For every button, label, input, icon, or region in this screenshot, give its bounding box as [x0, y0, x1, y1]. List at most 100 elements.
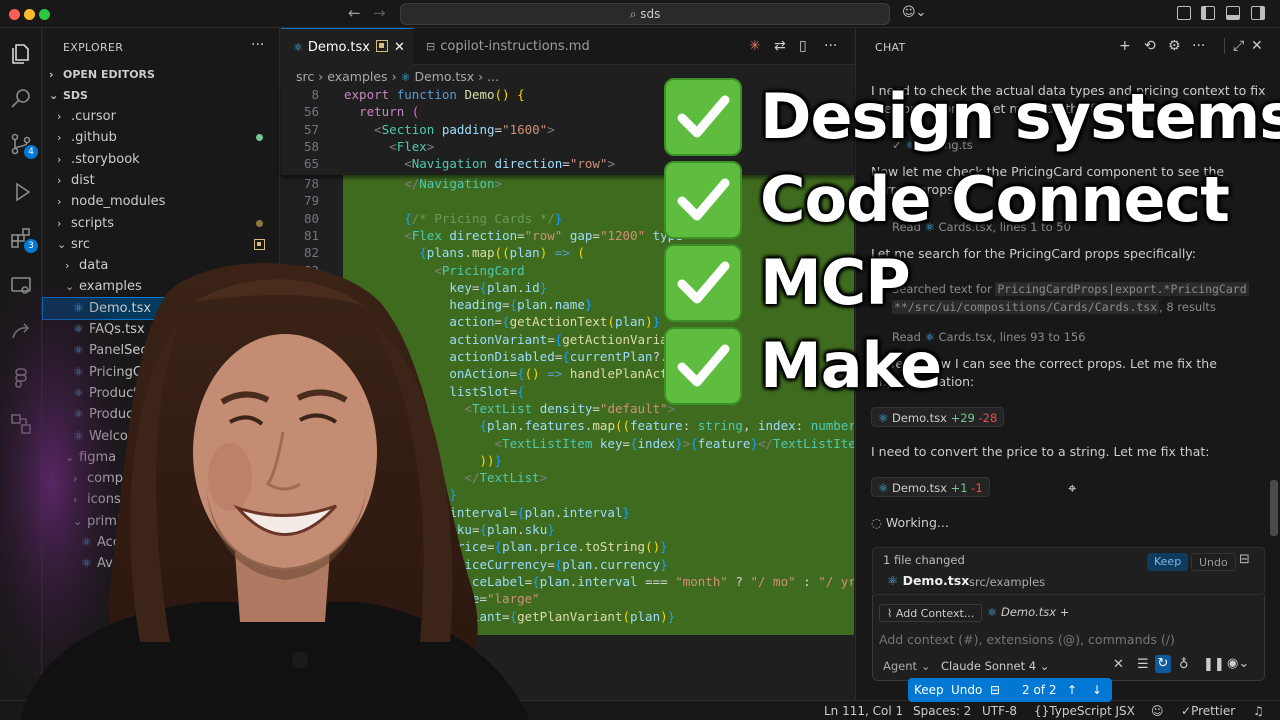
working-status: ◌ Working... [871, 515, 949, 530]
add-context-button[interactable]: ⌇ Add Context... [879, 604, 983, 622]
diff-file-icon[interactable]: ⊟ [990, 678, 1000, 702]
run-debug-icon[interactable] [9, 180, 33, 204]
more-actions-icon[interactable]: ··· [1192, 38, 1205, 54]
view-diff-icon[interactable]: ⊟ [1239, 552, 1250, 567]
copilot-menu-icon[interactable]: ☺⌄ [902, 5, 926, 20]
notifications-icon[interactable]: ♫ [1253, 701, 1264, 720]
cursor-position[interactable]: Ln 111, Col 1 [824, 701, 903, 720]
pause-icon[interactable]: ❚❚ [1203, 657, 1225, 672]
changed-files-box: 1 file changed Keep Undo ⊟ ⚛ Demo.tsx sr… [872, 547, 1265, 595]
previous-change-icon[interactable]: ↑ [1067, 678, 1077, 702]
copilot-sparkle-icon[interactable]: ✳ [749, 38, 761, 54]
tree-item[interactable]: ⌄ src [43, 234, 280, 255]
close-tab-icon[interactable]: ✕ [394, 40, 405, 55]
encoding[interactable]: UTF-8 [982, 701, 1017, 720]
chevron-right-icon: › [57, 173, 62, 187]
keep-button[interactable]: Keep [914, 678, 944, 702]
edit-chip-demo[interactable]: ⚛ Demo.tsx +29 -28 [871, 407, 1005, 427]
close-icon[interactable]: ✕ [1251, 38, 1263, 54]
scm-badge: 4 [24, 145, 38, 159]
microphone-icon[interactable]: ♁ [1179, 657, 1189, 672]
tree-item[interactable]: › .github [43, 127, 280, 148]
git-status-dot [256, 219, 263, 227]
editor-tabs: ⚛ Demo.tsx ✕ ⊟ copilot-instructions.md ✳ ⇄ … [281, 28, 854, 65]
customize-layout-icon[interactable] [1177, 6, 1191, 20]
search-icon[interactable] [9, 86, 33, 110]
paperclip-icon: ⌇ [887, 607, 893, 620]
workspace-root-section[interactable]: ⌄ SDS [43, 85, 280, 106]
check-mark-icon [664, 161, 742, 239]
breadcrumb: src › examples › ⚛ Demo.tsx ›... [296, 69, 500, 84]
minimize-window-button[interactable] [24, 9, 35, 20]
mouse-cursor-icon: ⌖ [1068, 479, 1077, 497]
more-actions-icon[interactable]: ··· [251, 37, 264, 53]
keep-button[interactable]: Keep [1147, 553, 1189, 571]
gear-icon[interactable]: ⚙ [1168, 38, 1181, 54]
prettier-status[interactable]: ✓ Prettier [1181, 701, 1235, 720]
react-file-icon: ⚛ [887, 573, 899, 588]
tool-search[interactable]: Searched text for PricingCardProps|expor… [892, 280, 1262, 316]
command-center-search[interactable]: ⌕ sds [400, 3, 890, 25]
new-chat-icon[interactable]: + [1119, 38, 1131, 54]
checklist-label: Make [760, 329, 942, 402]
maximize-icon[interactable]: ⤢ [1224, 38, 1244, 54]
maximize-window-button[interactable] [39, 9, 50, 20]
language-mode[interactable]: {} TypeScript JSX [1034, 701, 1135, 720]
model-picker[interactable]: Claude Sonnet 4 ⌄ [941, 659, 1049, 673]
chevron-down-icon: ⌄ [57, 237, 67, 251]
modified-icon [254, 238, 265, 250]
check-mark-icon [664, 327, 742, 405]
list-icon[interactable]: ☰ [1137, 657, 1149, 672]
search-icon: ⌕ [629, 7, 637, 21]
chat-input[interactable] [879, 629, 1249, 649]
explorer-title: EXPLORER [63, 41, 124, 54]
mode-picker[interactable]: Agent ⌄ [883, 659, 930, 673]
tab-demo-tsx[interactable]: ⚛ Demo.tsx ✕ [281, 28, 413, 65]
undo-button[interactable]: Undo [951, 678, 982, 702]
chat-input-box: ⌇ Add Context... ⚛ Demo.tsx + Agent ⌄ Cl… [872, 595, 1265, 681]
toggle-panel-icon[interactable] [1226, 6, 1240, 20]
history-icon[interactable]: ⟲ [1144, 38, 1156, 54]
presenter-photo [0, 263, 530, 720]
tree-item[interactable]: › .cursor [43, 106, 280, 127]
chat-scrollbar[interactable] [1270, 480, 1278, 536]
auto-approve-icon[interactable]: ↻ [1155, 655, 1171, 673]
tree-item[interactable]: › .storybook [43, 149, 280, 170]
react-file-icon: ⚛ [293, 41, 303, 54]
source-control-icon[interactable]: 4 [9, 132, 38, 159]
change-counter: 2 of 2 [1022, 683, 1057, 697]
toggle-sidebar-icon[interactable] [1201, 6, 1215, 20]
extensions-icon[interactable]: 3 [9, 226, 38, 253]
compare-changes-icon[interactable]: ⇄ [774, 38, 786, 54]
close-window-button[interactable] [9, 9, 20, 20]
tree-item[interactable]: › scripts [43, 213, 280, 234]
inline-chat-toolbar: Keep Undo ⊟ 2 of 2 ↑ ↓ [908, 678, 1112, 702]
indentation[interactable]: Spaces: 2 [913, 701, 971, 720]
changed-file[interactable]: ⚛ Demo.tsx [887, 573, 969, 588]
extensions-badge: 3 [24, 239, 38, 253]
explorer-icon[interactable] [9, 42, 33, 66]
tree-item[interactable]: › dist [43, 170, 280, 191]
more-actions-icon[interactable]: ··· [824, 38, 837, 54]
tools-icon[interactable]: ✕ [1113, 657, 1124, 672]
forward-arrow-icon[interactable]: → [373, 4, 386, 22]
chevron-right-icon: › [57, 131, 62, 145]
back-arrow-icon[interactable]: ← [348, 4, 361, 22]
tree-item[interactable]: › node_modules [43, 191, 280, 212]
open-editors-section[interactable]: › OPEN EDITORS [43, 64, 280, 85]
markdown-file-icon: ⊟ [426, 40, 436, 53]
chevron-right-icon: › [57, 110, 62, 123]
react-file-icon: ⚛ [400, 71, 411, 84]
tool-read-cards-2[interactable]: Read ⚛ Cards.tsx, lines 93 to 156 [892, 328, 1280, 346]
react-file-icon: ⚛ [878, 411, 889, 425]
copilot-status-icon[interactable]: ☺ [1151, 701, 1164, 720]
next-change-icon[interactable]: ↓ [1092, 678, 1102, 702]
context-file-chip[interactable]: ⚛ Demo.tsx + [987, 605, 1069, 619]
undo-button[interactable]: Undo [1191, 553, 1236, 571]
stop-icon[interactable]: ◉⌄ [1227, 656, 1249, 671]
chat-message: I need to convert the price to a string.… [871, 444, 1210, 459]
split-editor-icon[interactable]: ▯ [799, 38, 807, 54]
edit-chip-demo-2[interactable]: ⚛ Demo.tsx +1 -1 [871, 477, 990, 497]
tab-copilot-instructions[interactable]: ⊟ copilot-instructions.md [414, 28, 604, 65]
toggle-secondary-sidebar-icon[interactable] [1251, 6, 1265, 20]
